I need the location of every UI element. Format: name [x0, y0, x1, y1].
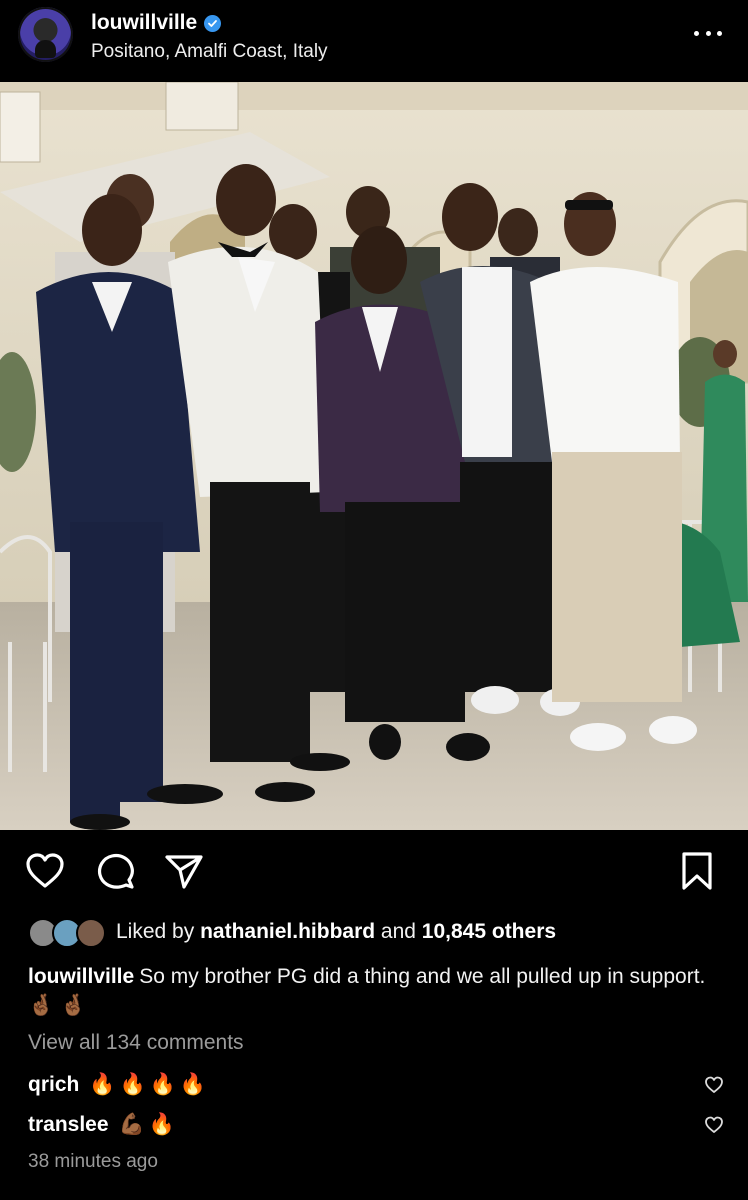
- comment-text: 🔥🔥🔥🔥: [89, 1073, 210, 1096]
- comment-like-icon[interactable]: [704, 1115, 724, 1135]
- action-bar: [0, 850, 748, 900]
- comment-like-icon[interactable]: [704, 1075, 724, 1095]
- username[interactable]: louwillville: [91, 11, 197, 35]
- likes-count[interactable]: 10,845 others: [422, 920, 556, 943]
- liked-by-user[interactable]: nathaniel.hibbard: [200, 920, 375, 943]
- liker-avatars: [28, 917, 106, 948]
- user-avatar[interactable]: [18, 7, 73, 62]
- comment-username[interactable]: translee: [28, 1113, 109, 1137]
- verified-badge-icon: [204, 14, 222, 32]
- heart-icon[interactable]: [24, 850, 66, 892]
- comment-item: qrich 🔥🔥🔥🔥: [28, 1068, 728, 1102]
- post-photo[interactable]: [0, 82, 748, 830]
- more-options-icon[interactable]: [694, 26, 722, 40]
- comment-item: translee 💪🏾🔥: [28, 1108, 728, 1142]
- share-icon[interactable]: [163, 850, 205, 892]
- post-caption: louwillville So my brother PG did a thing…: [28, 962, 728, 1020]
- username-row[interactable]: louwillville: [91, 11, 222, 35]
- post-header: louwillville Positano, Amalfi Coast, Ita…: [0, 0, 748, 82]
- likes-text: Liked by nathaniel.hibbard and 10,845 ot…: [116, 920, 556, 944]
- bookmark-icon[interactable]: [676, 850, 718, 892]
- likes-and: and: [375, 920, 422, 943]
- likes-row[interactable]: Liked by nathaniel.hibbard and 10,845 ot…: [28, 914, 556, 950]
- comment-icon[interactable]: [95, 850, 137, 892]
- post-location[interactable]: Positano, Amalfi Coast, Italy: [91, 41, 328, 63]
- post-timestamp: 38 minutes ago: [28, 1151, 158, 1172]
- likes-prefix: Liked by: [116, 920, 201, 943]
- liker-avatar: [76, 918, 106, 948]
- comment-text: 💪🏾🔥: [118, 1113, 179, 1136]
- view-all-comments-link[interactable]: View all 134 comments: [28, 1031, 244, 1055]
- caption-username[interactable]: louwillville: [28, 965, 134, 988]
- comment-username[interactable]: qrich: [28, 1073, 79, 1097]
